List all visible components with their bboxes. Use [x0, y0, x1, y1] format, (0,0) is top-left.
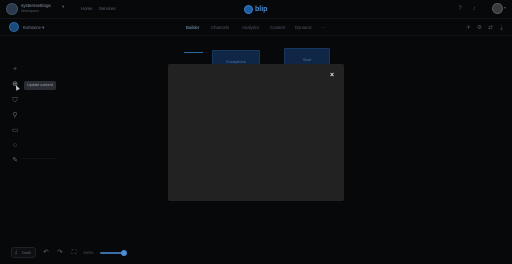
draft-label: Draft — [22, 250, 31, 255]
settings-icon[interactable]: ⚙ — [476, 25, 483, 32]
nav-link-services[interactable]: Services — [99, 6, 115, 11]
close-icon[interactable]: × — [328, 72, 336, 80]
fullscreen-icon[interactable]: ⛶ — [70, 249, 78, 257]
folder-icon[interactable]: ▭ — [10, 126, 20, 136]
help-icon[interactable]: ? — [456, 5, 464, 13]
blip-logo-icon — [244, 4, 253, 14]
undo-icon[interactable]: ↶ — [42, 249, 50, 257]
zoom-slider-handle[interactable] — [121, 250, 127, 256]
bot-toolbar: BotName ▾ Builder Channels Analytics Con… — [0, 19, 512, 53]
brand-logo[interactable]: blip — [244, 4, 267, 14]
tab-dynamic[interactable]: Dynamic — [295, 25, 312, 30]
tab-more[interactable]: ··· — [321, 25, 325, 30]
bookmark-icon[interactable]: ⛉ — [10, 96, 20, 106]
zoom-search-icon[interactable]: ○ — [10, 141, 20, 151]
tab-channels[interactable]: Channels — [211, 25, 229, 30]
zoom-level-text: 100% — [83, 250, 94, 255]
notifications-icon[interactable]: ♪ — [470, 5, 478, 13]
brush-icon[interactable]: ✎ — [10, 156, 20, 166]
tab-builder[interactable]: Builder — [186, 25, 199, 30]
draft-button[interactable]: ⤓ Draft — [11, 247, 36, 258]
user-avatar[interactable] — [492, 3, 503, 14]
add-icon[interactable]: + — [10, 65, 20, 75]
flow-builder-app: systemsettings Workspace ▾ Home Services… — [0, 0, 512, 264]
bot-name[interactable]: BotName ▾ — [23, 25, 44, 31]
workspace-avatar[interactable] — [6, 3, 18, 15]
divider — [22, 158, 56, 159]
bottom-toolbar: ⤓ Draft ↶ ↷ ⛶ 100% — [0, 244, 512, 264]
chevron-down-icon[interactable]: ▾ — [62, 4, 64, 10]
brand-name: blip — [255, 5, 268, 13]
draft-icon: ⤓ — [15, 249, 18, 255]
redo-icon[interactable]: ↷ — [56, 249, 64, 257]
tab-analytics[interactable]: Analytics — [242, 25, 259, 30]
active-tab-indicator — [184, 52, 203, 53]
modal-dialog: × — [168, 64, 344, 201]
tab-content[interactable]: Content — [270, 25, 285, 30]
toolbar-tooltip: Update content — [24, 81, 56, 90]
nav-link-home[interactable]: Home — [81, 6, 92, 11]
bot-avatar[interactable] — [9, 22, 19, 32]
workspace-name[interactable]: systemsettings — [21, 3, 51, 8]
top-navigation-bar: systemsettings Workspace ▾ Home Services… — [0, 0, 512, 19]
publish-icon[interactable]: ✈ — [465, 25, 472, 32]
download-icon[interactable]: ⤓ — [498, 25, 505, 32]
chevron-down-icon[interactable]: ▾ — [504, 5, 506, 10]
node-label: Start — [302, 57, 312, 62]
search-content-icon[interactable]: ⚲ — [10, 111, 20, 121]
share-icon[interactable]: ⇄ — [487, 25, 494, 32]
workspace-subtitle: Workspace — [21, 9, 39, 13]
